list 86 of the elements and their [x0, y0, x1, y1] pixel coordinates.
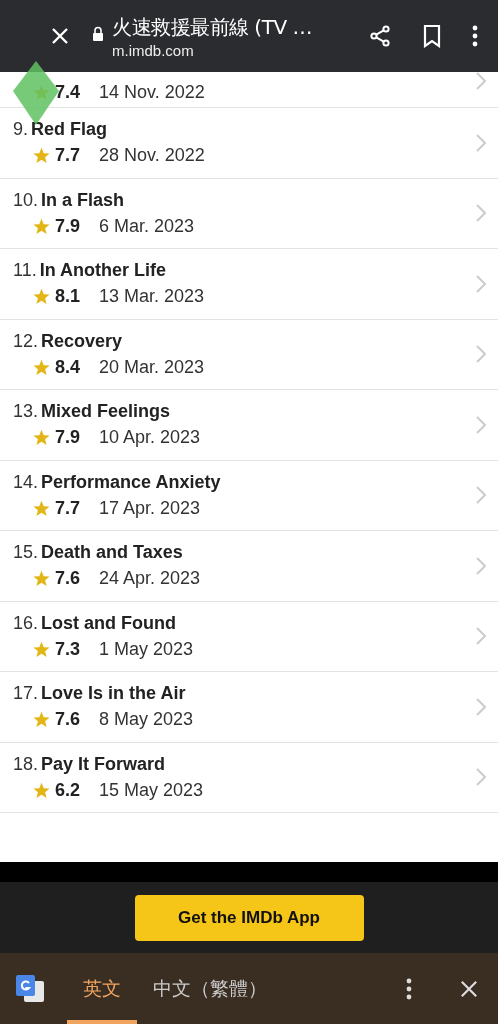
- chevron-icon: [476, 415, 486, 434]
- rating: 7.6: [55, 709, 82, 731]
- episode-title[interactable]: Recovery: [41, 330, 123, 351]
- episode-title[interactable]: In Another Life: [39, 260, 166, 281]
- star-icon: [33, 781, 50, 799]
- chevron-icon: [476, 627, 486, 646]
- episode-title[interactable]: Lost and Found: [41, 612, 176, 633]
- episode-title[interactable]: Pay It Forward: [41, 753, 166, 774]
- language-tab[interactable]: 中文（繁體）: [137, 953, 283, 1024]
- get-app-button[interactable]: Get the IMDb App: [134, 894, 364, 941]
- page-url: m.imdb.com: [112, 41, 195, 59]
- episode-number: 15.: [13, 542, 39, 563]
- air-date: 17 Apr. 2023: [99, 497, 201, 519]
- chevron-icon: [476, 486, 486, 505]
- episode-row[interactable]: 7.4 14 Nov. 2022: [0, 72, 498, 108]
- episode-title[interactable]: Death and Taxes: [41, 542, 183, 563]
- episode-number: 13.: [13, 401, 39, 422]
- episode-row[interactable]: 11. In Another Life 8.1 13 Mar. 2023: [0, 249, 498, 320]
- star-icon: [33, 570, 50, 588]
- air-date: 15 May 2023: [99, 779, 204, 801]
- air-date: 13 Mar. 2023: [99, 286, 205, 308]
- episode-row[interactable]: 13. Mixed Feelings 7.9 10 Apr. 2023: [0, 390, 498, 461]
- translate-icon[interactable]: [15, 973, 45, 1004]
- chevron-icon: [476, 204, 486, 223]
- air-date: 24 Apr. 2023: [99, 568, 201, 590]
- episode-title[interactable]: Red Flag: [31, 119, 108, 140]
- share-icon[interactable]: [368, 24, 392, 48]
- air-date: 28 Nov. 2022: [99, 145, 205, 167]
- episode-row[interactable]: 17. Love Is in the Air 7.6 8 May 2023: [0, 672, 498, 743]
- rating: 7.3: [55, 638, 82, 660]
- episode-row[interactable]: 12. Recovery 8.4 20 Mar. 2023: [0, 319, 498, 390]
- episode-row[interactable]: 18. Pay It Forward 6.2 15 May 2023: [0, 742, 498, 813]
- star-icon: [33, 499, 50, 517]
- star-icon: [33, 358, 50, 376]
- page-title: 火速救援最前線 (TV …: [112, 13, 313, 41]
- rating: 7.7: [55, 145, 82, 167]
- episode-number: 18.: [13, 753, 39, 774]
- air-date: 6 Mar. 2023: [99, 215, 195, 237]
- more-icon[interactable]: [472, 25, 478, 47]
- rating: 7.4: [55, 82, 82, 103]
- lock-icon: [92, 25, 104, 41]
- episode-number: 14.: [13, 471, 39, 492]
- star-icon: [33, 288, 50, 306]
- episode-row[interactable]: 10. In a Flash 7.9 6 Mar. 2023: [0, 178, 498, 249]
- episode-title[interactable]: Mixed Feelings: [41, 401, 171, 422]
- episode-number: 11.: [13, 260, 37, 281]
- chevron-icon: [476, 697, 486, 716]
- episode-number: 9.: [13, 119, 28, 140]
- air-date: 14 Nov. 2022: [99, 82, 205, 103]
- star-icon: [33, 429, 50, 447]
- star-icon: [33, 711, 50, 729]
- close-icon[interactable]: [460, 979, 478, 998]
- episode-row[interactable]: 15. Death and Taxes 7.6 24 Apr. 2023: [0, 531, 498, 602]
- episode-row[interactable]: 14. Performance Anxiety 7.7 17 Apr. 2023: [0, 460, 498, 531]
- rating: 8.4: [55, 356, 82, 378]
- rating: 8.1: [55, 286, 82, 308]
- star-icon: [33, 217, 50, 235]
- air-date: 20 Mar. 2023: [99, 356, 205, 378]
- air-date: 1 May 2023: [99, 638, 194, 660]
- episode-number: 12.: [13, 330, 39, 351]
- star-icon: [33, 147, 50, 165]
- episode-number: 17.: [13, 683, 39, 704]
- language-tab[interactable]: 英文: [67, 953, 137, 1024]
- chevron-icon: [476, 133, 486, 152]
- chevron-icon: [476, 768, 486, 787]
- episode-row[interactable]: 9. Red Flag 7.7 28 Nov. 2022: [0, 108, 498, 179]
- air-date: 8 May 2023: [99, 709, 194, 731]
- rating: 7.9: [55, 215, 82, 237]
- chevron-icon: [476, 274, 486, 293]
- star-icon: [33, 640, 50, 658]
- episode-number: 10.: [13, 189, 39, 210]
- more-icon[interactable]: [406, 977, 412, 1000]
- episode-number: 16.: [13, 612, 39, 633]
- episode-row[interactable]: 16. Lost and Found 7.3 1 May 2023: [0, 601, 498, 672]
- bookmark-icon[interactable]: [422, 24, 442, 48]
- air-date: 10 Apr. 2023: [99, 427, 201, 449]
- chevron-icon: [476, 345, 486, 364]
- rating: 6.2: [55, 779, 82, 801]
- episode-title[interactable]: Love Is in the Air: [41, 683, 186, 704]
- episode-title[interactable]: In a Flash: [41, 189, 125, 210]
- chevron-icon: [476, 72, 486, 90]
- rating: 7.9: [55, 427, 82, 449]
- episode-title[interactable]: Performance Anxiety: [41, 471, 221, 492]
- chevron-icon: [476, 556, 486, 575]
- rating: 7.7: [55, 497, 82, 519]
- rating: 7.6: [55, 568, 82, 590]
